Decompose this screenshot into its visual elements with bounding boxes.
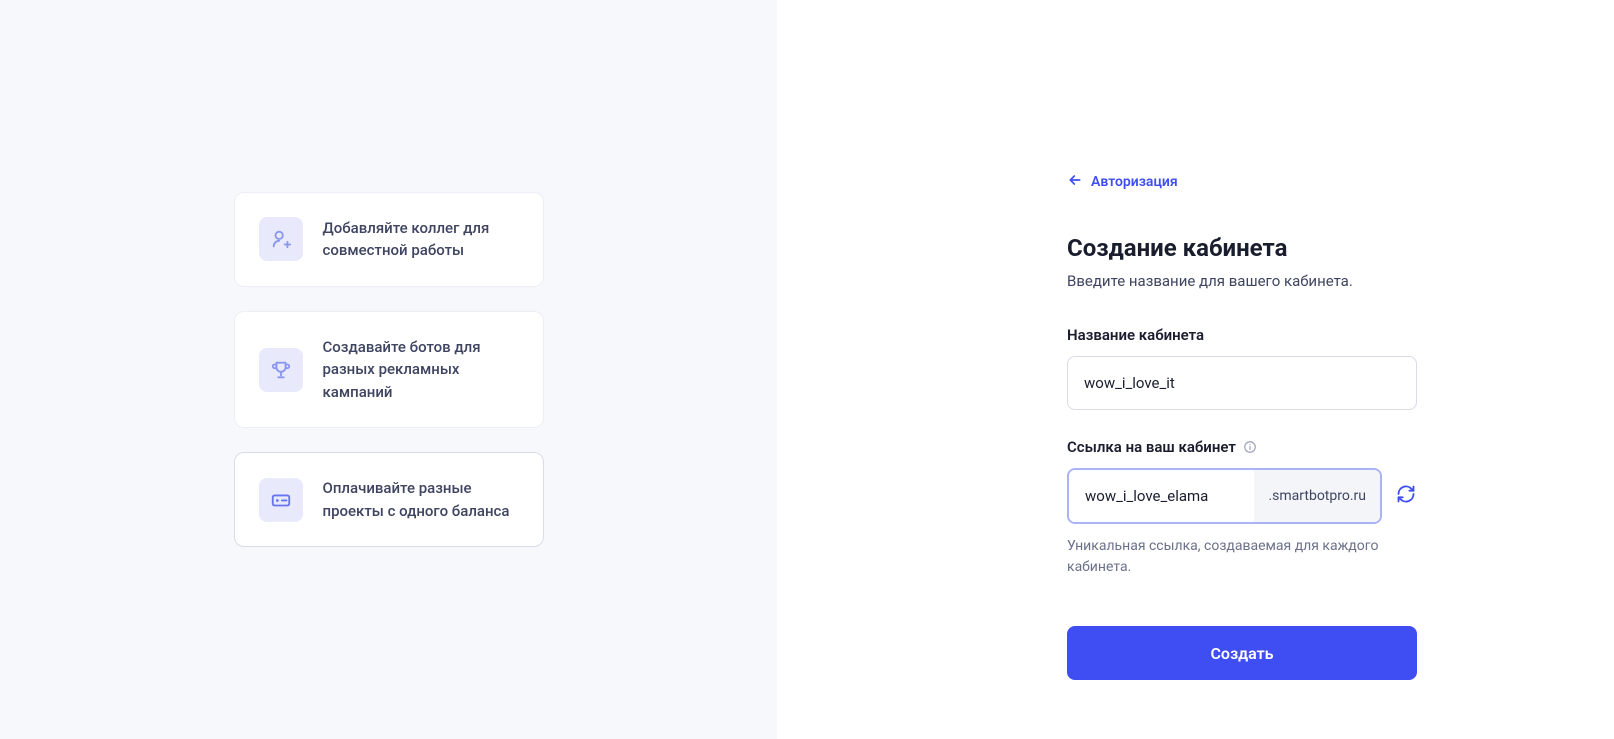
url-row: .smartbotpro.ru [1067, 468, 1614, 524]
back-link[interactable]: Авторизация [1067, 172, 1614, 192]
info-icon[interactable] [1242, 439, 1258, 455]
name-label: Название кабинета [1067, 326, 1614, 344]
url-label-text: Ссылка на ваш кабинет [1067, 438, 1236, 456]
form-group-url: Ссылка на ваш кабинет .smartbotpro.ru [1067, 438, 1614, 578]
arrow-left-icon [1067, 172, 1083, 192]
feature-card-bots: Создавайте ботов для разных рекламных ка… [234, 311, 544, 429]
feature-card-payment: Оплачивайте разные проекты с одного бала… [234, 452, 544, 547]
create-button[interactable]: Создать [1067, 626, 1417, 680]
back-link-label: Авторизация [1091, 174, 1178, 190]
cabinet-name-input[interactable] [1067, 356, 1417, 410]
url-suffix: .smartbotpro.ru [1254, 470, 1380, 522]
url-hint: Уникальная ссылка, создаваемая для каждо… [1067, 536, 1397, 578]
url-label: Ссылка на ваш кабинет [1067, 438, 1614, 456]
url-input-container: .smartbotpro.ru [1067, 468, 1382, 524]
feature-text: Оплачивайте разные проекты с одного бала… [323, 477, 519, 522]
trophy-icon [259, 348, 303, 392]
form-group-name: Название кабинета [1067, 326, 1614, 410]
payment-icon [259, 478, 303, 522]
refresh-icon [1396, 484, 1416, 508]
left-panel: Добавляйте коллег для совместной работы … [0, 0, 777, 739]
feature-card-colleagues: Добавляйте коллег для совместной работы [234, 192, 544, 287]
user-plus-icon [259, 217, 303, 261]
feature-text: Добавляйте коллег для совместной работы [323, 217, 519, 262]
right-panel: Авторизация Создание кабинета Введите на… [777, 0, 1614, 739]
page-title: Создание кабинета [1067, 234, 1614, 262]
page-subtitle: Введите название для вашего кабинета. [1067, 272, 1614, 290]
refresh-button[interactable] [1394, 484, 1418, 508]
cabinet-url-input[interactable] [1069, 470, 1254, 522]
feature-text: Создавайте ботов для разных рекламных ка… [323, 336, 519, 404]
